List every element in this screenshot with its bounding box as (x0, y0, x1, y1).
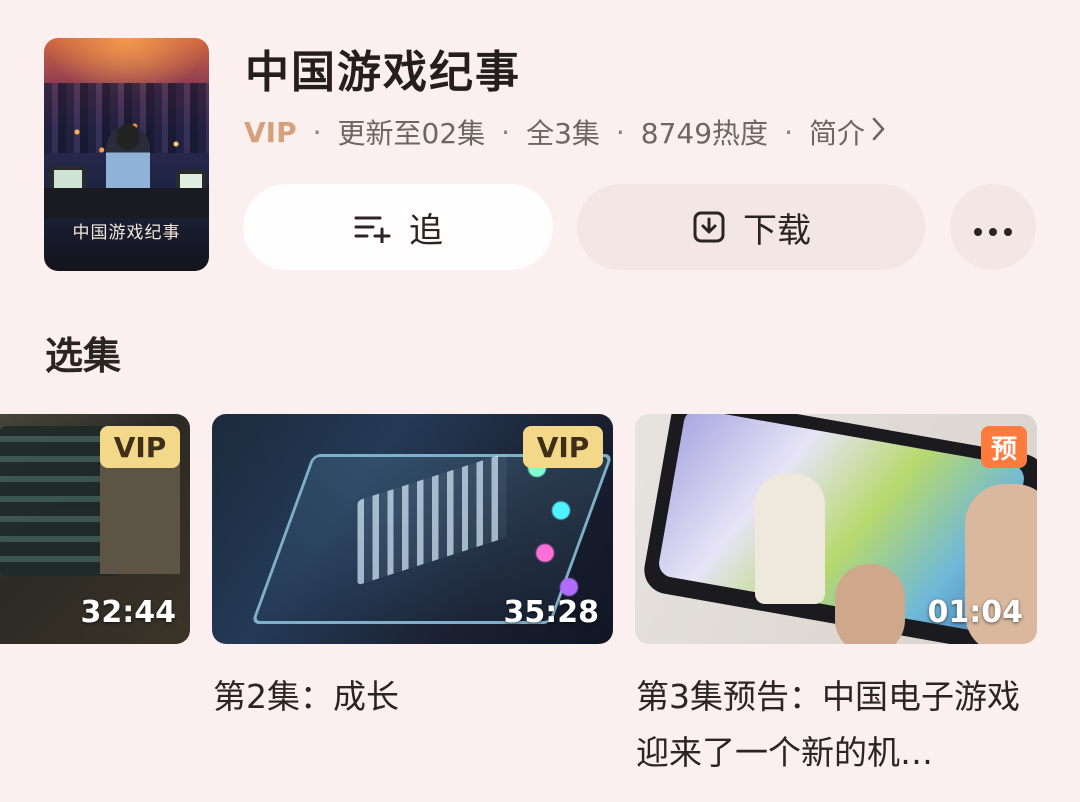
preview-badge: 预 (981, 426, 1027, 468)
episode-card-1[interactable]: VIP 32:44 (0, 414, 190, 644)
episode-count: 全3集 (526, 117, 600, 150)
episode-card-3[interactable]: 预 01:04 (635, 414, 1037, 644)
intro-link[interactable]: 简介 (809, 112, 865, 152)
episode-thumbnail-art (755, 474, 825, 604)
episode-thumbnail-art (835, 564, 905, 644)
meta-separator: · (784, 115, 793, 149)
meta-separator: · (501, 115, 511, 149)
more-button[interactable] (950, 184, 1036, 270)
show-title: 中国游戏纪事 (245, 47, 521, 98)
poster-desk (44, 188, 209, 218)
poster-person (106, 124, 150, 196)
show-poster[interactable]: 中国游戏纪事 (44, 38, 209, 271)
episode-duration: 35:28 (503, 595, 600, 630)
show-meta: VIP · 更新至02集 · 全3集 · 8749热度 · 简介 (244, 112, 887, 152)
update-status: 更新至02集 (337, 117, 486, 150)
meta-separator: · (312, 115, 322, 149)
episode-card-2[interactable]: VIP 35:28 (212, 414, 613, 644)
heat-count: 8749热度 (640, 117, 769, 150)
vip-label: VIP (244, 115, 297, 149)
episode-thumbnail-art (100, 454, 180, 574)
episode-duration: 32:44 (80, 595, 177, 630)
episode-title-2[interactable]: 第2集：成长 (213, 669, 613, 725)
follow-label: 追 (409, 210, 443, 251)
vip-badge: VIP (523, 426, 603, 468)
episode-title-3[interactable]: 第3集预告：中国电子游戏迎来了一个新的机… (636, 669, 1036, 781)
episode-duration: 01:04 (927, 595, 1024, 630)
add-to-list-icon (353, 211, 393, 243)
follow-button[interactable]: 追 (243, 184, 553, 270)
download-label: 下载 (743, 210, 811, 251)
episodes-section-title: 选集 (45, 334, 122, 378)
download-button[interactable]: 下载 (577, 184, 925, 270)
more-dots-icon (971, 207, 1015, 247)
download-icon (691, 209, 727, 245)
chevron-right-icon[interactable] (871, 116, 887, 149)
meta-separator: · (615, 115, 625, 149)
poster-title: 中国游戏纪事 (72, 223, 181, 243)
vip-badge: VIP (100, 426, 180, 468)
